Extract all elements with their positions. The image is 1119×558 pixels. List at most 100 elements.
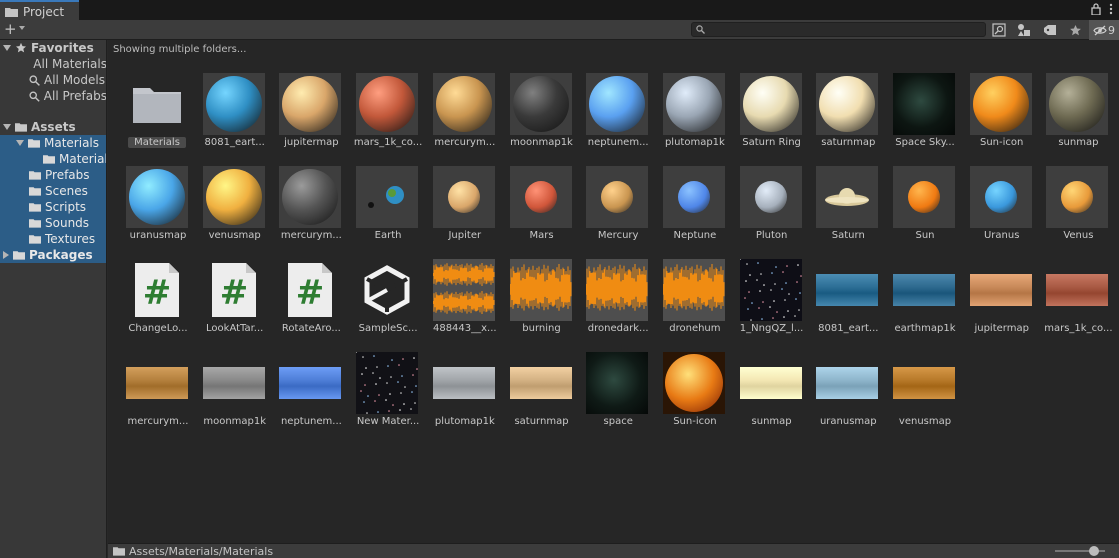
asset-item[interactable]: Saturn Ring (734, 70, 810, 162)
asset-item[interactable]: earthmap1k (887, 256, 963, 348)
expand-arrow-icon[interactable] (3, 45, 11, 51)
asset-label: venusmap (898, 416, 952, 427)
sidebar-item-materials[interactable]: Materials (0, 135, 106, 151)
asset-item[interactable]: sunmap (1040, 70, 1116, 162)
asset-item[interactable]: # ChangeLo... (120, 256, 196, 348)
asset-item[interactable]: Neptune (657, 163, 733, 255)
starfield-texture (739, 259, 802, 321)
asset-item[interactable]: Mars (504, 163, 580, 255)
asset-item[interactable]: 488443__x... (427, 256, 503, 348)
asset-item[interactable]: Pluton (734, 163, 810, 255)
asset-item[interactable]: New Mater... (350, 349, 426, 441)
sidebar-packages[interactable]: Packages (0, 247, 106, 263)
tab-project[interactable]: Project (0, 0, 79, 21)
asset-label: space (603, 416, 633, 427)
asset-item[interactable]: sunmap (734, 349, 810, 441)
asset-item[interactable]: # LookAtTar... (197, 256, 273, 348)
lock-icon[interactable] (1091, 3, 1101, 15)
expand-arrow-icon[interactable] (3, 124, 11, 130)
folder-open-icon (15, 123, 27, 132)
favorite-star-icon[interactable] (1066, 22, 1084, 38)
asset-label: 8081_eart... (818, 323, 879, 334)
asset-item[interactable]: 8081_eart... (197, 70, 273, 162)
asset-item[interactable]: Materials (120, 70, 196, 162)
asset-label: 488443__x... (432, 323, 497, 334)
asset-thumbnail (509, 73, 572, 135)
asset-item[interactable]: jupitermap (964, 256, 1040, 348)
asset-item[interactable]: # RotateAro... (273, 256, 349, 348)
asset-item[interactable]: space (580, 349, 656, 441)
asset-item[interactable]: venusmap (887, 349, 963, 441)
sidebar-item-textures[interactable]: Textures (0, 231, 106, 247)
asset-item[interactable]: mercurym... (273, 163, 349, 255)
texture-map-preview (279, 367, 342, 399)
sidebar-item-all-prefabs[interactable]: All Prefabs (0, 88, 106, 104)
asset-thumbnail (509, 166, 572, 228)
asset-item[interactable]: Sun-icon (964, 70, 1040, 162)
sidebar-assets[interactable]: Assets (0, 119, 106, 135)
asset-item[interactable]: Saturn (810, 163, 886, 255)
asset-thumbnail (893, 166, 955, 228)
slider-knob[interactable] (1089, 546, 1099, 556)
asset-item[interactable]: dronehum (657, 256, 733, 348)
material-preview-sphere (742, 76, 799, 132)
asset-item[interactable]: Jupiter (427, 163, 503, 255)
folder-open-icon (28, 139, 40, 148)
asset-item[interactable]: dronedark... (580, 256, 656, 348)
asset-item[interactable]: mercurym... (120, 349, 196, 441)
sidebar-item-scripts[interactable]: Scripts (0, 199, 106, 215)
asset-label: venusmap (208, 230, 261, 241)
sidebar-favorites[interactable]: Favorites (0, 40, 106, 56)
asset-item[interactable]: Sun (887, 163, 963, 255)
search-field[interactable] (691, 22, 986, 37)
create-dropdown-icon[interactable] (19, 26, 25, 30)
asset-label: Pluton (755, 230, 788, 241)
search-by-type-icon[interactable] (990, 22, 1008, 38)
asset-item[interactable]: uranusmap (810, 349, 886, 441)
asset-item[interactable]: Mercury (580, 163, 656, 255)
filter-by-label-icon[interactable] (1041, 22, 1059, 38)
asset-item[interactable]: SampleSc... (350, 256, 426, 348)
search-input[interactable] (708, 23, 978, 36)
asset-item[interactable]: mercurym... (427, 70, 503, 162)
asset-item[interactable]: saturnmap (810, 70, 886, 162)
asset-label: dronedark... (587, 323, 649, 334)
asset-item[interactable]: neptunem... (273, 349, 349, 441)
asset-item[interactable]: mars_1k_co... (1040, 256, 1116, 348)
asset-item[interactable]: venusmap (197, 163, 273, 255)
hidden-packages-toggle[interactable]: 9 (1089, 20, 1119, 40)
asset-thumbnail: # (126, 259, 188, 321)
asset-item[interactable]: Sun-icon (657, 349, 733, 441)
asset-item[interactable]: uranusmap (120, 163, 196, 255)
asset-item[interactable]: saturnmap (504, 349, 580, 441)
kebab-menu-icon[interactable] (1109, 3, 1113, 15)
asset-item[interactable]: burning (504, 256, 580, 348)
asset-item[interactable]: plutomap1k (657, 70, 733, 162)
sidebar-item-scenes[interactable]: Scenes (0, 183, 106, 199)
create-button[interactable]: + (4, 21, 17, 38)
star-icon (16, 42, 26, 53)
sidebar-item-all-materials[interactable]: All Materials (0, 56, 106, 72)
asset-item[interactable]: neptunem... (580, 70, 656, 162)
asset-item[interactable]: mars_1k_co... (350, 70, 426, 162)
asset-item[interactable]: moonmap1k (504, 70, 580, 162)
asset-item[interactable]: Space Sky... (887, 70, 963, 162)
filter-by-type-icon[interactable] (1015, 22, 1033, 38)
sidebar-item-prefabs[interactable]: Prefabs (0, 167, 106, 183)
sidebar-item-sounds[interactable]: Sounds (0, 215, 106, 231)
collapse-arrow-icon[interactable] (3, 251, 9, 259)
asset-item[interactable]: 1_NngQZ_l... (734, 256, 810, 348)
icon-size-slider[interactable] (1055, 546, 1105, 556)
asset-item[interactable]: moonmap1k (197, 349, 273, 441)
expand-arrow-icon[interactable] (16, 140, 24, 146)
asset-item[interactable]: jupitermap (273, 70, 349, 162)
asset-label: jupitermap (284, 137, 339, 148)
asset-item[interactable]: Uranus (964, 163, 1040, 255)
audio-waveform-icon (509, 259, 572, 321)
asset-item[interactable]: Earth (350, 163, 426, 255)
asset-item[interactable]: plutomap1k (427, 349, 503, 441)
asset-item[interactable]: 8081_eart... (810, 256, 886, 348)
asset-item[interactable]: Venus (1040, 163, 1116, 255)
sidebar-item-material[interactable]: Material (0, 151, 106, 167)
sidebar-item-all-models[interactable]: All Models (0, 72, 106, 88)
